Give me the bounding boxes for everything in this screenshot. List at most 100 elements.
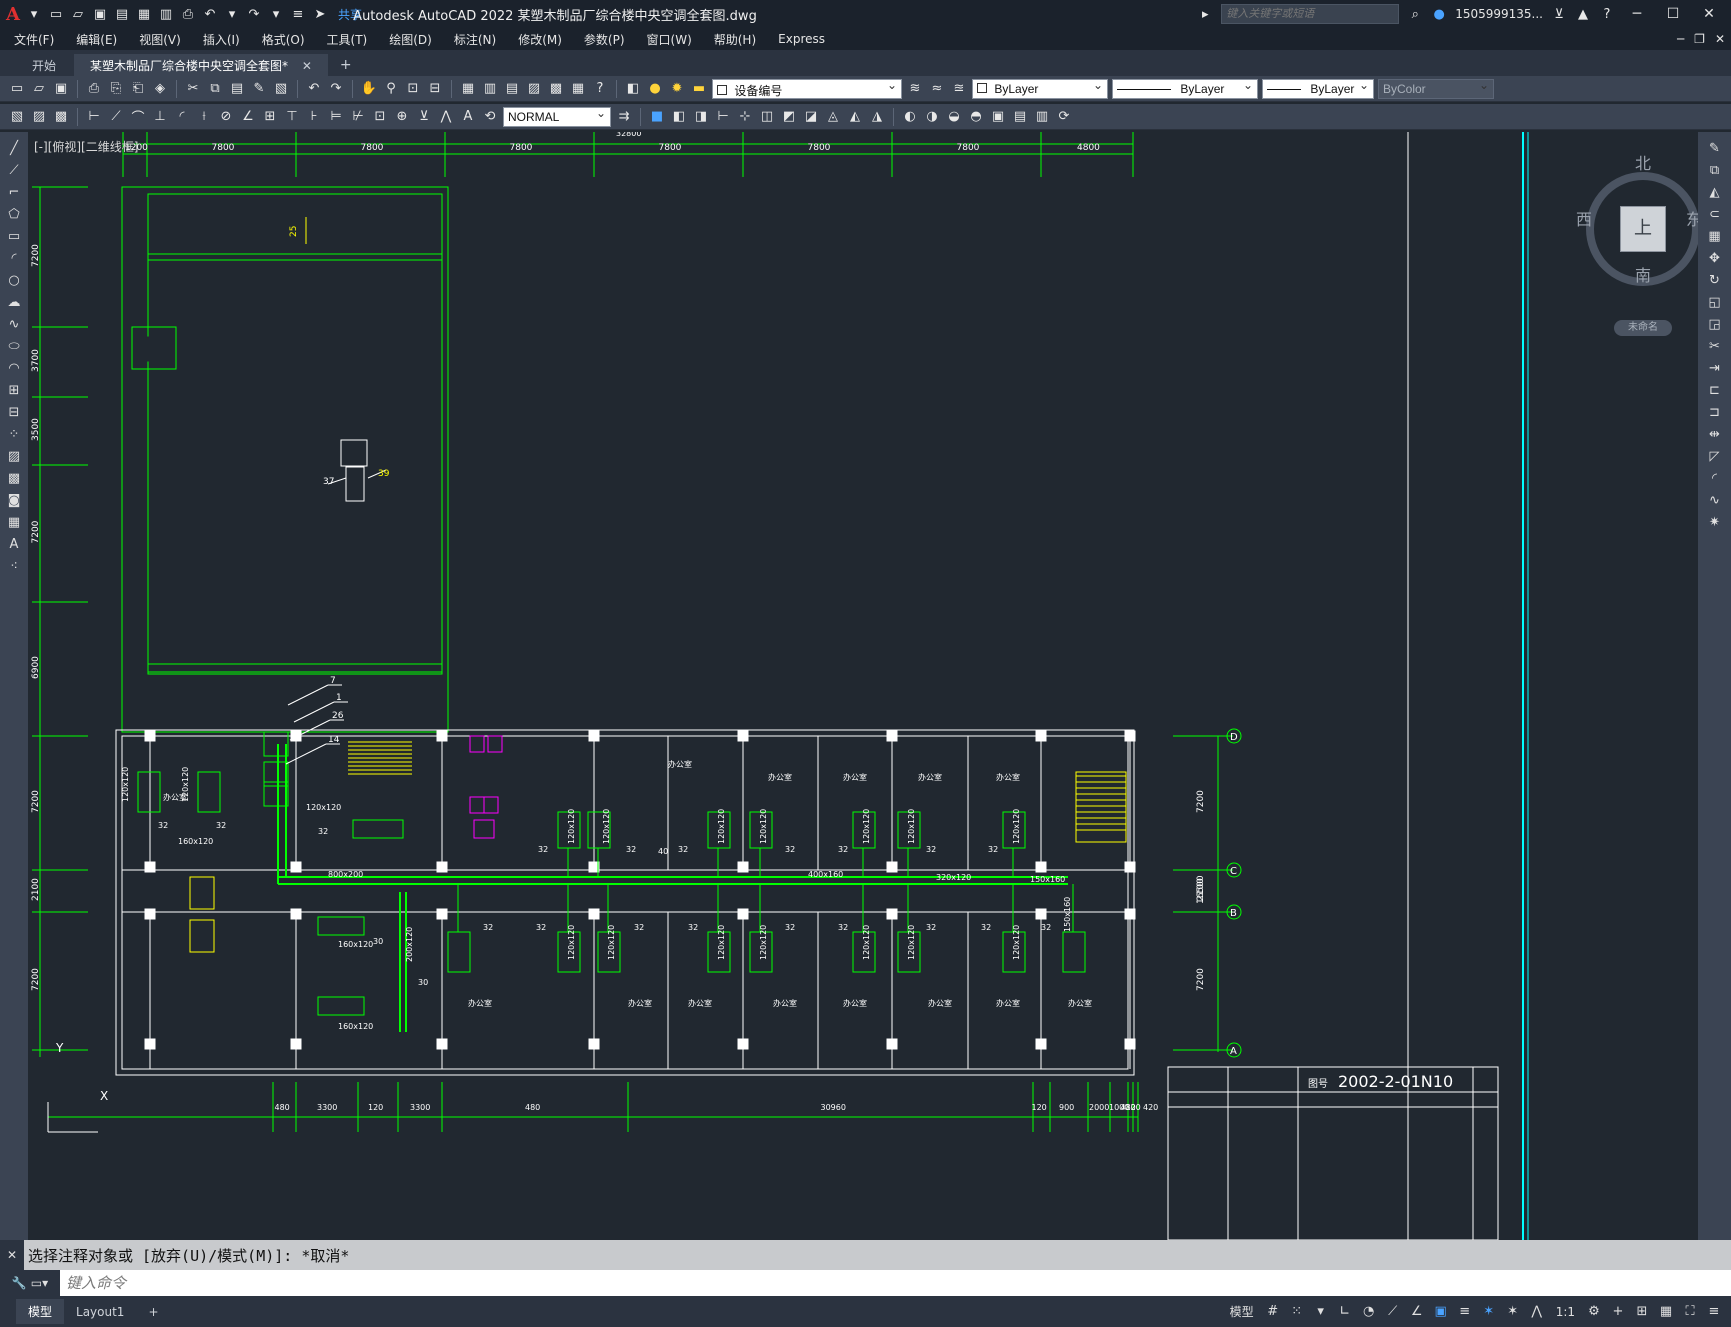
- annotation-scale-value[interactable]: 1:1: [1552, 1305, 1579, 1319]
- publish-icon[interactable]: ⎗: [129, 80, 147, 98]
- menu-modify[interactable]: 修改(M): [518, 31, 562, 48]
- dim-ordinate-icon[interactable]: ⊥: [151, 108, 169, 126]
- ucs-zaxis-icon[interactable]: ◮: [868, 108, 886, 126]
- grid-icon[interactable]: #: [1264, 1303, 1282, 1321]
- minimize-button[interactable]: ─: [1623, 6, 1651, 22]
- dim-edit-icon[interactable]: A: [459, 108, 477, 126]
- compass-south[interactable]: 南: [1635, 262, 1651, 286]
- fillet-icon[interactable]: ◜: [1705, 468, 1725, 488]
- dim-jogged-icon[interactable]: ⟊: [195, 108, 213, 126]
- menu-view[interactable]: 视图(V): [139, 31, 181, 48]
- command-customize[interactable]: 🔧 ▭▾: [0, 1270, 60, 1296]
- doc-close-icon[interactable]: ✕: [1715, 32, 1725, 46]
- plot-icon[interactable]: ⎙: [85, 80, 103, 98]
- help-icon[interactable]: ?: [591, 80, 609, 98]
- sheet-set-icon[interactable]: ▨: [525, 80, 543, 98]
- undo-dropdown-icon[interactable]: ▾: [224, 6, 240, 22]
- break-icon[interactable]: ⊐: [1705, 402, 1725, 422]
- layer-previous-icon[interactable]: ≈: [928, 80, 946, 98]
- menu-help[interactable]: 帮助(H): [714, 31, 756, 48]
- table-icon[interactable]: ▦: [4, 512, 24, 532]
- ellipse-icon[interactable]: ⬭: [4, 336, 24, 356]
- dim-angular-icon[interactable]: ∠: [239, 108, 257, 126]
- wcs-menu[interactable]: 未命名: [1614, 320, 1672, 336]
- rotate-icon[interactable]: ↻: [1705, 270, 1725, 290]
- menu-express[interactable]: Express: [778, 32, 825, 46]
- explode-icon[interactable]: ✷: [1705, 512, 1725, 532]
- hatch-icon[interactable]: ▧: [8, 108, 26, 126]
- render-icon[interactable]: ◐: [901, 108, 919, 126]
- make-block-icon[interactable]: ⊟: [4, 402, 24, 422]
- dim-linear-icon[interactable]: ⊢: [85, 108, 103, 126]
- redo-dropdown-icon[interactable]: ▾: [268, 6, 284, 22]
- ucs-face-icon[interactable]: ◩: [780, 108, 798, 126]
- save-web-icon[interactable]: ▥: [158, 6, 174, 22]
- make-current-layer-icon[interactable]: ≋: [906, 80, 924, 98]
- save-icon[interactable]: ▣: [52, 80, 70, 98]
- point-icon[interactable]: ⁘: [4, 424, 24, 444]
- object-snap-icon[interactable]: ▣: [1432, 1303, 1450, 1321]
- command-recent-icon[interactable]: ▭▾: [31, 1276, 48, 1290]
- orbit-icon[interactable]: ⟳: [1055, 108, 1073, 126]
- menu-insert[interactable]: 插入(I): [203, 31, 240, 48]
- chamfer-icon[interactable]: ◸: [1705, 446, 1725, 466]
- arc-icon[interactable]: ◜: [4, 248, 24, 268]
- zoom-realtime-icon[interactable]: ⚲: [382, 80, 400, 98]
- region-icon[interactable]: ▩: [52, 108, 70, 126]
- polyline-icon[interactable]: ⌐: [4, 182, 24, 202]
- multiline-text-icon[interactable]: A: [4, 534, 24, 554]
- walk-icon[interactable]: ▤: [1011, 108, 1029, 126]
- layer-state-icon[interactable]: ≊: [950, 80, 968, 98]
- menu-parametric[interactable]: 参数(P): [584, 31, 625, 48]
- viewcube-top-face[interactable]: 上: [1620, 206, 1666, 252]
- object-snap-tracking-icon[interactable]: ∠: [1408, 1303, 1426, 1321]
- inspect-icon[interactable]: ⊻: [415, 108, 433, 126]
- solid-cone-icon[interactable]: ◨: [692, 108, 710, 126]
- materials-icon[interactable]: ◑: [923, 108, 941, 126]
- workspace-gear-icon[interactable]: ⚙: [1585, 1303, 1603, 1321]
- menu-window[interactable]: 窗口(W): [647, 31, 692, 48]
- copy-icon[interactable]: ⧉: [206, 80, 224, 98]
- quick-properties-icon[interactable]: ▦: [1657, 1303, 1675, 1321]
- maximize-button[interactable]: ☐: [1659, 6, 1687, 22]
- fly-icon[interactable]: ▥: [1033, 108, 1051, 126]
- command-input[interactable]: [66, 1274, 1666, 1292]
- close-button[interactable]: ✕: [1695, 6, 1723, 22]
- sun-properties-icon[interactable]: ◓: [967, 108, 985, 126]
- paste-icon[interactable]: ▤: [228, 80, 246, 98]
- dim-space-icon[interactable]: ⊨: [327, 108, 345, 126]
- gradient-icon[interactable]: ▩: [4, 468, 24, 488]
- dim-update-icon[interactable]: ⇉: [615, 108, 633, 126]
- compass-west[interactable]: 西: [1576, 206, 1592, 230]
- share-icon[interactable]: ➤: [312, 6, 328, 22]
- menu-dimension[interactable]: 标注(N): [454, 31, 496, 48]
- center-mark-icon[interactable]: ⊕: [393, 108, 411, 126]
- sun-icon[interactable]: ✹: [668, 80, 686, 98]
- annotation-monitor-icon[interactable]: +: [1609, 1303, 1627, 1321]
- erase-icon[interactable]: ✎: [1705, 138, 1725, 158]
- drawing-canvas[interactable]: 1200 7800 7800 7800 7800 7800 7800 4800 32800 720…: [28, 132, 1698, 1240]
- 3d-print-icon[interactable]: ◈: [151, 80, 169, 98]
- annotation-autoscale-icon[interactable]: ✶: [1504, 1303, 1522, 1321]
- hatch-icon[interactable]: ▨: [4, 446, 24, 466]
- units-icon[interactable]: ⊞: [1633, 1303, 1651, 1321]
- user-account[interactable]: 1505999135...: [1455, 7, 1543, 21]
- help-icon[interactable]: ?: [1599, 6, 1615, 22]
- ucs-view-icon[interactable]: ◬: [824, 108, 842, 126]
- line-icon[interactable]: ╱: [4, 138, 24, 158]
- redo-icon[interactable]: ↷: [246, 6, 262, 22]
- dim-arc-icon[interactable]: ⌒: [129, 108, 147, 126]
- scale-icon[interactable]: ◱: [1705, 292, 1725, 312]
- copy-icon[interactable]: ⧉: [1705, 160, 1725, 180]
- viewport-controls[interactable]: [-][俯视][二维线框]: [34, 138, 138, 155]
- light-bulb-icon[interactable]: ●: [646, 80, 664, 98]
- region-icon[interactable]: ◙: [4, 490, 24, 510]
- insert-block-icon[interactable]: ⊞: [4, 380, 24, 400]
- extend-icon[interactable]: ⇥: [1705, 358, 1725, 378]
- undo-icon[interactable]: ↶: [305, 80, 323, 98]
- layer-dropdown[interactable]: 设备编号: [712, 78, 902, 99]
- new-icon[interactable]: ▭: [8, 80, 26, 98]
- plot-icon[interactable]: ⎙: [180, 6, 196, 22]
- application-menu-button[interactable]: A: [6, 4, 20, 25]
- gradient-icon[interactable]: ▨: [30, 108, 48, 126]
